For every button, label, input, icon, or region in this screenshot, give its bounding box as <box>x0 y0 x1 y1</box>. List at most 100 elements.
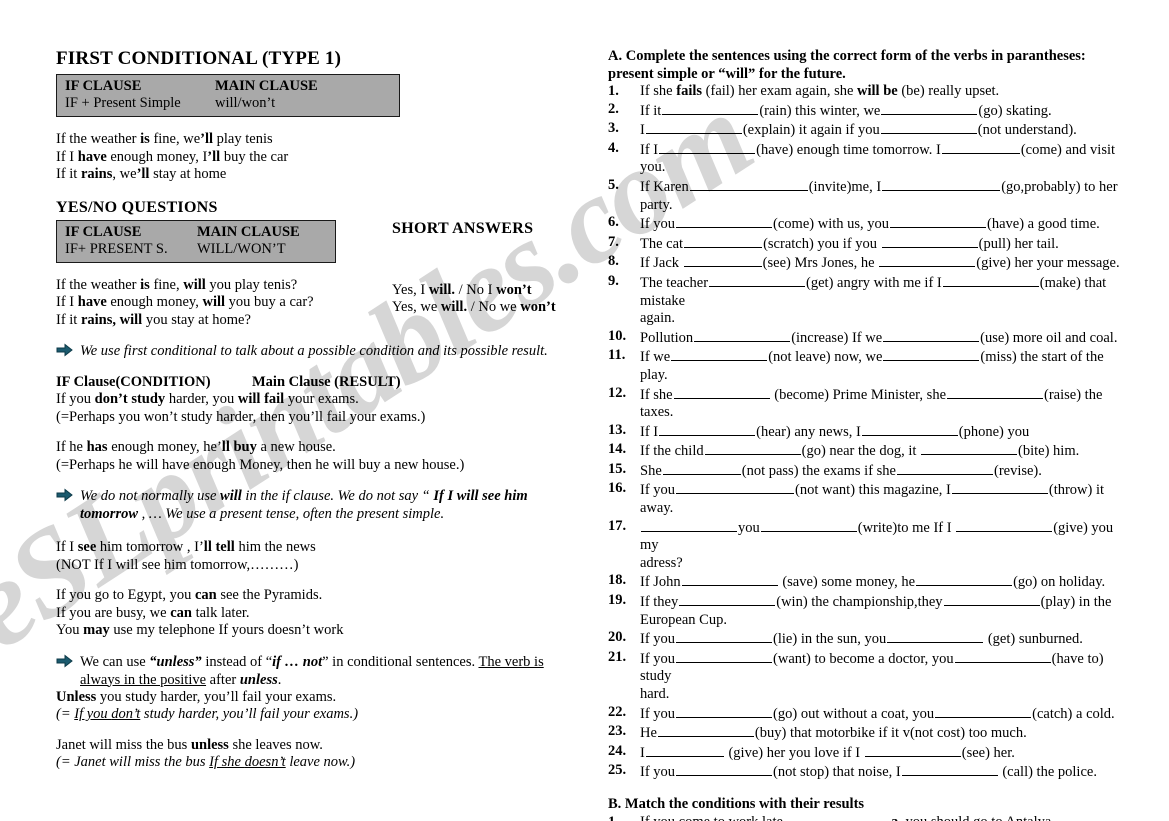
text-fragment: If the weather <box>56 131 141 147</box>
answer-blank[interactable] <box>760 518 857 532</box>
answer-blank[interactable] <box>942 273 1039 287</box>
answer-blank[interactable] <box>657 723 754 738</box>
answer-blank[interactable] <box>641 518 737 532</box>
answer-blank[interactable] <box>673 385 770 399</box>
text-bold: ’ll <box>136 166 150 182</box>
text-bold: will <box>183 276 206 293</box>
result-label: you should go to Antalya. <box>902 814 1055 821</box>
text-fragment: you buy a car? <box>225 294 314 310</box>
item-text: If Jack (see) Mrs Jones, he (give) her y… <box>640 255 1120 271</box>
text-fragment: (not want) this magazine, I <box>795 482 951 499</box>
exercise-a-item: 15. She (not pass) the exams if she (revise… <box>608 461 1120 481</box>
item-text: again. <box>640 310 676 327</box>
text-fragment: If Karen <box>640 178 689 195</box>
answer-blank[interactable] <box>954 649 1051 663</box>
answer-blank[interactable] <box>882 177 1001 191</box>
text-fragment: you stay at home? <box>142 311 251 328</box>
answer-blank[interactable] <box>659 140 756 154</box>
answer-blank[interactable] <box>896 461 993 475</box>
text-underline: If you <box>74 706 112 722</box>
text-fragment: I <box>640 744 645 761</box>
answer-blank[interactable] <box>881 101 978 115</box>
text-bold: have <box>77 148 107 165</box>
answer-blank[interactable] <box>916 572 1013 587</box>
text-bold: is <box>140 131 150 147</box>
text-fragment: We do not normally use <box>80 488 221 504</box>
item-number: 4. <box>608 139 619 156</box>
answer-blank[interactable] <box>861 422 958 436</box>
text-fragment: If Jack <box>640 255 683 272</box>
item-number: 23. <box>608 723 627 740</box>
answer-blank[interactable] <box>684 234 763 248</box>
answer-blank[interactable] <box>881 234 978 248</box>
exercise-a-item: 4. If I (have) enough time tomorrow. I (com… <box>608 140 1120 177</box>
answer-blank[interactable] <box>887 629 984 644</box>
answer-blank[interactable] <box>879 253 976 268</box>
answer-blank[interactable] <box>689 177 808 191</box>
answer-blank[interactable] <box>883 347 980 362</box>
answer-blank[interactable] <box>890 214 987 229</box>
answer-blank[interactable] <box>662 461 741 475</box>
text-fragment: (use) more oil and coal. <box>980 329 1118 346</box>
text-fragment: If you <box>640 650 676 667</box>
text-fragment: your exams. <box>284 391 359 407</box>
text-fragment: leave now.) <box>285 754 356 770</box>
answer-blank[interactable] <box>880 120 977 135</box>
answer-blank[interactable] <box>679 592 776 607</box>
table-sub-row: IF + Present Simple will/won’t <box>65 95 391 112</box>
answer-blank[interactable] <box>694 328 791 342</box>
answer-blank[interactable] <box>645 120 742 135</box>
text-fragment: If John <box>640 574 681 591</box>
text-fragment: If you <box>640 705 676 722</box>
answer-blank[interactable] <box>676 762 773 777</box>
answer-blank[interactable] <box>943 592 1040 607</box>
answer-blank[interactable] <box>662 101 759 115</box>
answer-blank[interactable] <box>676 704 773 718</box>
table-header-row: IF CLAUSE MAIN CLAUSE <box>65 224 327 241</box>
text-fragment: If it <box>56 166 81 182</box>
answer-blank[interactable] <box>676 649 773 663</box>
arrow-bullet-icon <box>56 343 73 357</box>
text-fragment: (not understand). <box>977 122 1077 139</box>
answer-blank[interactable] <box>941 140 1020 154</box>
answer-blank[interactable] <box>956 518 1053 532</box>
text-fragment: Pollution <box>640 329 694 346</box>
answer-blank[interactable] <box>901 762 998 777</box>
answer-blank[interactable] <box>951 480 1048 495</box>
answer-blank[interactable] <box>947 385 1044 399</box>
text-fragment: If I <box>56 294 78 310</box>
text-bold: fails <box>676 83 703 99</box>
answer-blank[interactable] <box>659 422 756 436</box>
exercise-a-item: 21. If you (want) to become a doctor, you(… <box>608 649 1120 686</box>
text-fragment: (not pass) the exams if she <box>741 462 896 479</box>
answer-blank[interactable] <box>645 743 724 757</box>
answer-blank[interactable] <box>683 253 762 268</box>
answer-blank[interactable] <box>935 704 1032 718</box>
example-paraphrase: (=Perhaps you won’t study harder, then y… <box>56 408 426 425</box>
answer-blank[interactable] <box>709 273 806 287</box>
text-fragment: you <box>738 519 760 536</box>
answer-blank[interactable] <box>704 441 801 456</box>
item-text: I (give) her you love if I (see) her. <box>640 745 1015 761</box>
text-fragment: she leaves now. <box>228 736 323 753</box>
item-number: 22. <box>608 703 627 720</box>
result-text[interactable]: a. you should go to Antalya. <box>891 814 1055 821</box>
answer-blank[interactable] <box>676 480 795 495</box>
answer-blank[interactable] <box>671 347 768 362</box>
answer-blank[interactable] <box>864 743 961 757</box>
text-fragment: Yes, we <box>392 299 441 315</box>
answer-blank[interactable] <box>676 214 773 229</box>
answer-blank[interactable] <box>883 328 980 342</box>
answer-blank[interactable] <box>681 572 778 587</box>
text-bold: don’t study <box>94 391 166 407</box>
table1-head-main: MAIN CLAUSE <box>215 78 318 94</box>
example-line: If the weather is fine, we’ll play tenis <box>56 131 576 149</box>
item-number: 14. <box>608 441 627 458</box>
text-fragment: (bite) him. <box>1018 443 1080 460</box>
table-header-row: IF CLAUSE MAIN CLAUSE <box>65 78 391 95</box>
item-text: adress? <box>640 554 683 571</box>
answer-blank[interactable] <box>676 629 773 644</box>
answer-blank[interactable] <box>921 441 1018 456</box>
condition-text[interactable]: If you come to work late, <box>640 814 787 821</box>
text-fragment: you study harder, you’ll fail your exams… <box>96 688 337 705</box>
